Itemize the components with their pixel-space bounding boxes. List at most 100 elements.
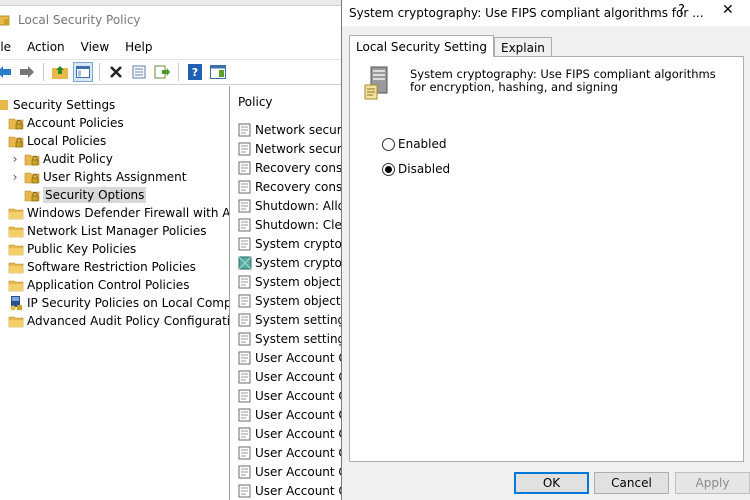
delete-button[interactable] (106, 62, 126, 82)
properties-icon (132, 65, 146, 79)
policy-row[interactable]: System settings: (238, 329, 342, 348)
tree-item-windows-defender-firewall-with-adva[interactable]: Windows Defender Firewall with Adva (8, 204, 230, 222)
policy-row[interactable]: User Account Co (238, 386, 342, 405)
policy-icon (238, 142, 251, 155)
policy-name: System objects: (255, 293, 342, 308)
folder-lock-icon (8, 118, 24, 130)
policy-row[interactable]: User Account Co (238, 367, 342, 386)
policy-icon (238, 294, 251, 307)
up-folder-icon (52, 66, 68, 79)
policy-row[interactable]: User Account Co (238, 481, 342, 500)
policy-icon (238, 446, 251, 459)
expand-chevron-icon[interactable]: › (10, 168, 20, 186)
tree-item-label: User Rights Assignment (43, 170, 187, 184)
disabled-radio[interactable] (382, 162, 395, 176)
window-titlebar: Local Security Policy (0, 6, 342, 34)
ip-security-icon (10, 296, 22, 311)
show-hide-tree-icon (76, 66, 90, 78)
help-button[interactable]: ? (185, 62, 205, 82)
menu-action[interactable]: Action (27, 40, 65, 54)
policy-row[interactable]: Shutdown: Clear (238, 215, 342, 234)
policy-column-header[interactable]: Policy (232, 92, 273, 112)
properties-button[interactable] (129, 62, 149, 82)
apply-button[interactable]: Apply (675, 472, 750, 494)
policy-name: System settings: (255, 331, 342, 346)
tree-item-public-key-policies[interactable]: Public Key Policies (8, 240, 136, 258)
tree-item-account-policies[interactable]: Account Policies (8, 114, 124, 132)
tree-item-label: Network List Manager Policies (27, 224, 207, 238)
tree-item-local-policies[interactable]: Local Policies (8, 132, 106, 150)
policy-row[interactable]: User Account Co (238, 405, 342, 424)
tree-item-security-settings[interactable]: Security Settings (0, 96, 115, 114)
policy-row[interactable]: Shutdown: Allow (238, 196, 342, 215)
cancel-button[interactable]: Cancel (594, 472, 669, 494)
up-one-level-button[interactable] (50, 62, 70, 82)
policy-properties-dialog: System cryptography: Use FIPS compliant … (341, 0, 750, 500)
policy-name: User Account Co (255, 483, 342, 498)
local-security-policy-window: Local Security Policy ile Action View He… (0, 6, 342, 500)
folder-icon (8, 208, 24, 220)
enabled-radio-option[interactable]: Enabled (382, 135, 447, 153)
enabled-radio[interactable] (382, 137, 395, 151)
back-button[interactable] (0, 62, 14, 82)
policy-icon (238, 161, 251, 174)
folder-lock-icon (24, 190, 40, 202)
policy-row[interactable]: System cryptogr (238, 253, 342, 272)
tree-item-user-rights-assignment[interactable]: › User Rights Assignment (10, 168, 187, 186)
menu-help[interactable]: Help (125, 40, 152, 54)
policy-row[interactable]: User Account Co (238, 424, 342, 443)
policy-row[interactable]: User Account Co (238, 443, 342, 462)
help-question-icon[interactable]: ? (678, 3, 685, 18)
policy-name: Shutdown: Clear (255, 217, 342, 232)
folder-icon (8, 226, 24, 238)
menu-file[interactable]: ile (0, 40, 11, 54)
policy-name: User Account Co (255, 369, 342, 384)
policy-row[interactable]: System objects: (238, 291, 342, 310)
policy-row[interactable]: Recovery consol (238, 177, 342, 196)
policy-row[interactable]: System cryptogr (238, 234, 342, 253)
shield-icon (0, 100, 8, 110)
tree-item-ip-security-policies-on-local-compute[interactable]: IP Security Policies on Local Compute (8, 294, 229, 312)
policy-icon (238, 427, 251, 440)
policy-name: System cryptogr (255, 236, 342, 251)
tree-item-application-control-policies[interactable]: Application Control Policies (8, 276, 189, 294)
forward-button[interactable] (17, 62, 37, 82)
policy-icon (238, 370, 251, 383)
policy-name: Network security (255, 141, 342, 156)
console-tree-button[interactable] (208, 62, 228, 82)
tree-item-advanced-audit-policy-configuration[interactable]: Advanced Audit Policy Configuration (8, 312, 229, 330)
show-hide-tree-button[interactable] (73, 62, 93, 82)
policy-name: User Account Co (255, 388, 342, 403)
tab-explain[interactable]: Explain (493, 37, 552, 57)
policy-row[interactable]: System objects: (238, 272, 342, 291)
tree-item-label: Windows Defender Firewall with Adva (27, 206, 230, 220)
policy-row[interactable]: User Account Co (238, 462, 342, 481)
policy-icon (238, 123, 251, 136)
close-icon[interactable]: ✕ (722, 2, 734, 18)
policy-name: User Account Co (255, 445, 342, 460)
disabled-radio-option[interactable]: Disabled (382, 160, 450, 178)
toolbar: ? (0, 59, 342, 85)
policy-row[interactable]: Network security (238, 120, 342, 139)
policy-row[interactable]: Network security (238, 139, 342, 158)
dialog-tabs: Local Security Setting Explain (349, 35, 552, 57)
expand-chevron-icon[interactable] (10, 186, 20, 204)
policy-icon (238, 218, 251, 231)
expand-chevron-icon[interactable]: › (10, 150, 20, 168)
export-list-button[interactable] (152, 62, 172, 82)
console-tree-icon (210, 65, 226, 79)
menu-view[interactable]: View (81, 40, 109, 54)
ok-button[interactable]: OK (514, 472, 589, 494)
policy-row[interactable]: Recovery consol (238, 158, 342, 177)
svg-text:?: ? (192, 66, 198, 79)
policy-row[interactable]: User Account Co (238, 348, 342, 367)
policy-icon (238, 484, 251, 497)
tree-item-network-list-manager-policies[interactable]: Network List Manager Policies (8, 222, 207, 240)
policy-row[interactable]: System settings: (238, 310, 342, 329)
tree-item-label: Security Options (43, 187, 147, 203)
tree-item-software-restriction-policies[interactable]: Software Restriction Policies (8, 258, 196, 276)
tree-item-security-options[interactable]: Security Options (10, 186, 147, 204)
tab-local-security-setting[interactable]: Local Security Setting (349, 35, 494, 57)
tree-item-audit-policy[interactable]: › Audit Policy (10, 150, 113, 168)
enabled-label: Enabled (398, 137, 447, 151)
